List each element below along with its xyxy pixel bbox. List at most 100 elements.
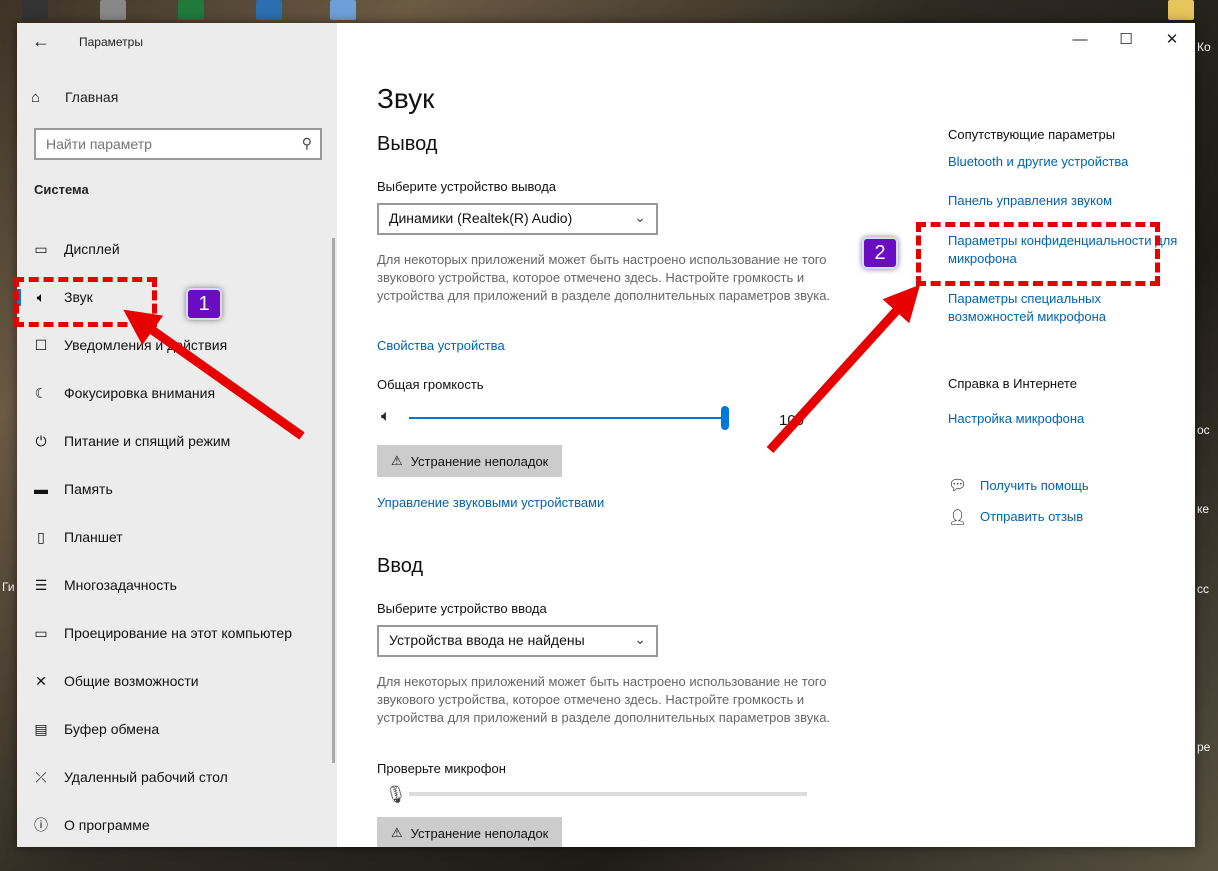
power-icon: ⏻	[35, 432, 47, 449]
minimize-button[interactable]: —	[1057, 23, 1103, 59]
computer-icon[interactable]	[100, 0, 126, 20]
bluetooth-link[interactable]: Bluetooth и другие устройства	[948, 153, 1128, 171]
folder-icon[interactable]	[1168, 0, 1194, 20]
clipboard-icon: ▤	[34, 720, 48, 737]
step-badge-2: 2	[862, 237, 898, 269]
send-feedback-link[interactable]: Отправить отзыв	[980, 508, 1083, 526]
output-troubleshoot-button[interactable]: ⚠ Устранение неполадок	[377, 445, 563, 477]
input-troubleshoot-label: Устранение неполадок	[410, 825, 549, 841]
output-heading: Вывод	[377, 133, 438, 155]
sidebar-item-label: Питание и спящий режим	[64, 433, 231, 449]
input-device-select[interactable]: Устройства ввода не найдены ⌄	[377, 625, 658, 657]
search-icon[interactable]: ⚲	[302, 135, 312, 152]
sidebar-item-label: Фокусировка внимания	[64, 385, 216, 401]
chevron-down-icon: ⌄	[634, 209, 646, 225]
sound-control-panel-link[interactable]: Панель управления звуком	[948, 192, 1112, 210]
sidebar-item-label: Проецирование на этот компьютер	[64, 625, 292, 641]
highlight-box-sound	[14, 277, 157, 327]
volume-value: 100	[779, 412, 805, 429]
desktop-app-icon[interactable]	[22, 0, 48, 20]
sidebar-item-label: О программе	[64, 817, 150, 833]
get-help-link[interactable]: Получить помощь	[980, 477, 1089, 495]
display-icon: ▭	[34, 240, 48, 257]
sidebar-item-storage[interactable]: ▬ Память	[31, 474, 331, 504]
speaker-icon[interactable]: 🔈︎	[381, 408, 391, 426]
sidebar-item-power[interactable]: ⏻ Питание и спящий режим	[31, 426, 331, 456]
input-troubleshoot-button[interactable]: ⚠ Устранение неполадок	[377, 817, 563, 847]
help-icon: 💬︎	[948, 477, 968, 494]
sidebar-scrollbar[interactable]	[332, 238, 335, 763]
sidebar-item-focus[interactable]: ☾ Фокусировка внимания	[31, 378, 331, 408]
sidebar-item-about[interactable]: ⓘ О программе	[31, 810, 331, 840]
volume-slider-thumb[interactable]	[721, 406, 729, 430]
home-icon: ⌂	[31, 88, 41, 106]
shared-icon: ✕	[35, 672, 47, 689]
desktop-label: ре	[1197, 740, 1211, 754]
sidebar-item-label: Удаленный рабочий стол	[64, 769, 228, 785]
sidebar-item-notifications[interactable]: ☐ Уведомления и действия	[31, 330, 331, 360]
microphone-icon: 🎙︎	[385, 785, 407, 804]
sidebar-item-label: Память	[64, 481, 113, 497]
shortcut-icon[interactable]	[256, 0, 282, 20]
sidebar-item-projecting[interactable]: ▭ Проецирование на этот компьютер	[31, 618, 331, 648]
sidebar-item-label: Уведомления и действия	[64, 337, 228, 353]
sidebar-item-multitasking[interactable]: ☰ Многозадачность	[31, 570, 331, 600]
info-icon: ⓘ	[34, 817, 48, 833]
manage-sound-devices-link[interactable]: Управление звуковыми устройствами	[377, 495, 604, 510]
output-device-select[interactable]: Динамики (Realtek(R) Audio) ⌄	[377, 203, 658, 235]
input-heading: Ввод	[377, 555, 424, 577]
remote-icon: ⤫	[35, 768, 47, 785]
sidebar-item-label: Многозадачность	[64, 577, 177, 593]
excel-icon[interactable]	[178, 0, 204, 20]
tablet-icon: ▯	[37, 528, 45, 545]
volume-label: Общая громкость	[377, 377, 484, 392]
device-properties-link[interactable]: Свойства устройства	[377, 338, 505, 353]
desktop-label: ке	[1197, 502, 1210, 516]
shortcut-icon[interactable]	[330, 0, 356, 20]
chevron-down-icon: ⌄	[634, 631, 646, 647]
volume-slider[interactable]	[409, 417, 727, 419]
sidebar-item-display[interactable]: ▭ Дисплей	[31, 234, 331, 264]
output-device-label: Выберите устройство вывода	[377, 179, 557, 194]
sidebar-item-label: Общие возможности	[64, 673, 199, 689]
maximize-button[interactable]: ☐	[1103, 23, 1149, 59]
sidebar-item-tablet[interactable]: ▯ Планшет	[31, 522, 331, 552]
search-box: ⚲	[34, 128, 322, 160]
sidebar-item-remote-desktop[interactable]: ⤫ Удаленный рабочий стол	[31, 762, 331, 792]
sidebar-item-label: Планшет	[64, 529, 123, 545]
main-content: — ☐ ✕ Звук Вывод Выберите устройство выв…	[337, 23, 1195, 847]
highlight-box-privacy	[916, 222, 1160, 286]
settings-window: ← Параметры ⌂ Главная ⚲ Система ▭ Диспле…	[17, 23, 1195, 847]
nav-home-label: Главная	[65, 89, 119, 105]
sidebar-item-label: Буфер обмена	[64, 721, 160, 737]
mic-accessibility-link[interactable]: Параметры специальных возможностей микро…	[948, 290, 1148, 326]
desktop-label: ос	[1197, 423, 1210, 437]
mic-test-label: Проверьте микрофон	[377, 761, 506, 776]
mic-level-meter	[409, 792, 807, 796]
warning-icon: ⚠	[391, 453, 403, 468]
notification-icon: ☐	[34, 336, 48, 353]
back-button[interactable]: ←	[27, 29, 55, 53]
sidebar-item-label: Дисплей	[64, 241, 120, 257]
sidebar-item-shared-experiences[interactable]: ✕ Общие возможности	[31, 666, 331, 696]
step-badge-1: 1	[186, 288, 222, 320]
multitask-icon: ☰	[34, 576, 48, 593]
project-icon: ▭	[34, 624, 48, 641]
search-input[interactable]	[46, 136, 286, 152]
desktop-label: Ко	[1197, 40, 1211, 54]
output-troubleshoot-label: Устранение неполадок	[410, 453, 549, 469]
web-help-title: Справка в Интернете	[948, 376, 1077, 391]
page-title: Звук	[377, 83, 435, 114]
warning-icon: ⚠	[391, 825, 403, 840]
moon-icon: ☾	[34, 384, 48, 401]
sidebar-item-clipboard[interactable]: ▤ Буфер обмена	[31, 714, 331, 744]
window-controls: — ☐ ✕	[1057, 23, 1195, 59]
mic-setup-link[interactable]: Настройка микрофона	[948, 410, 1084, 428]
close-button[interactable]: ✕	[1149, 23, 1195, 59]
desktop-label: сс	[1197, 582, 1209, 596]
feedback-icon: 👤︎	[948, 509, 968, 526]
window-title: Параметры	[79, 35, 143, 49]
desktop-label: Ги	[2, 580, 15, 594]
section-label: Система	[34, 182, 89, 197]
nav-home[interactable]: ⌂ Главная	[31, 85, 118, 109]
